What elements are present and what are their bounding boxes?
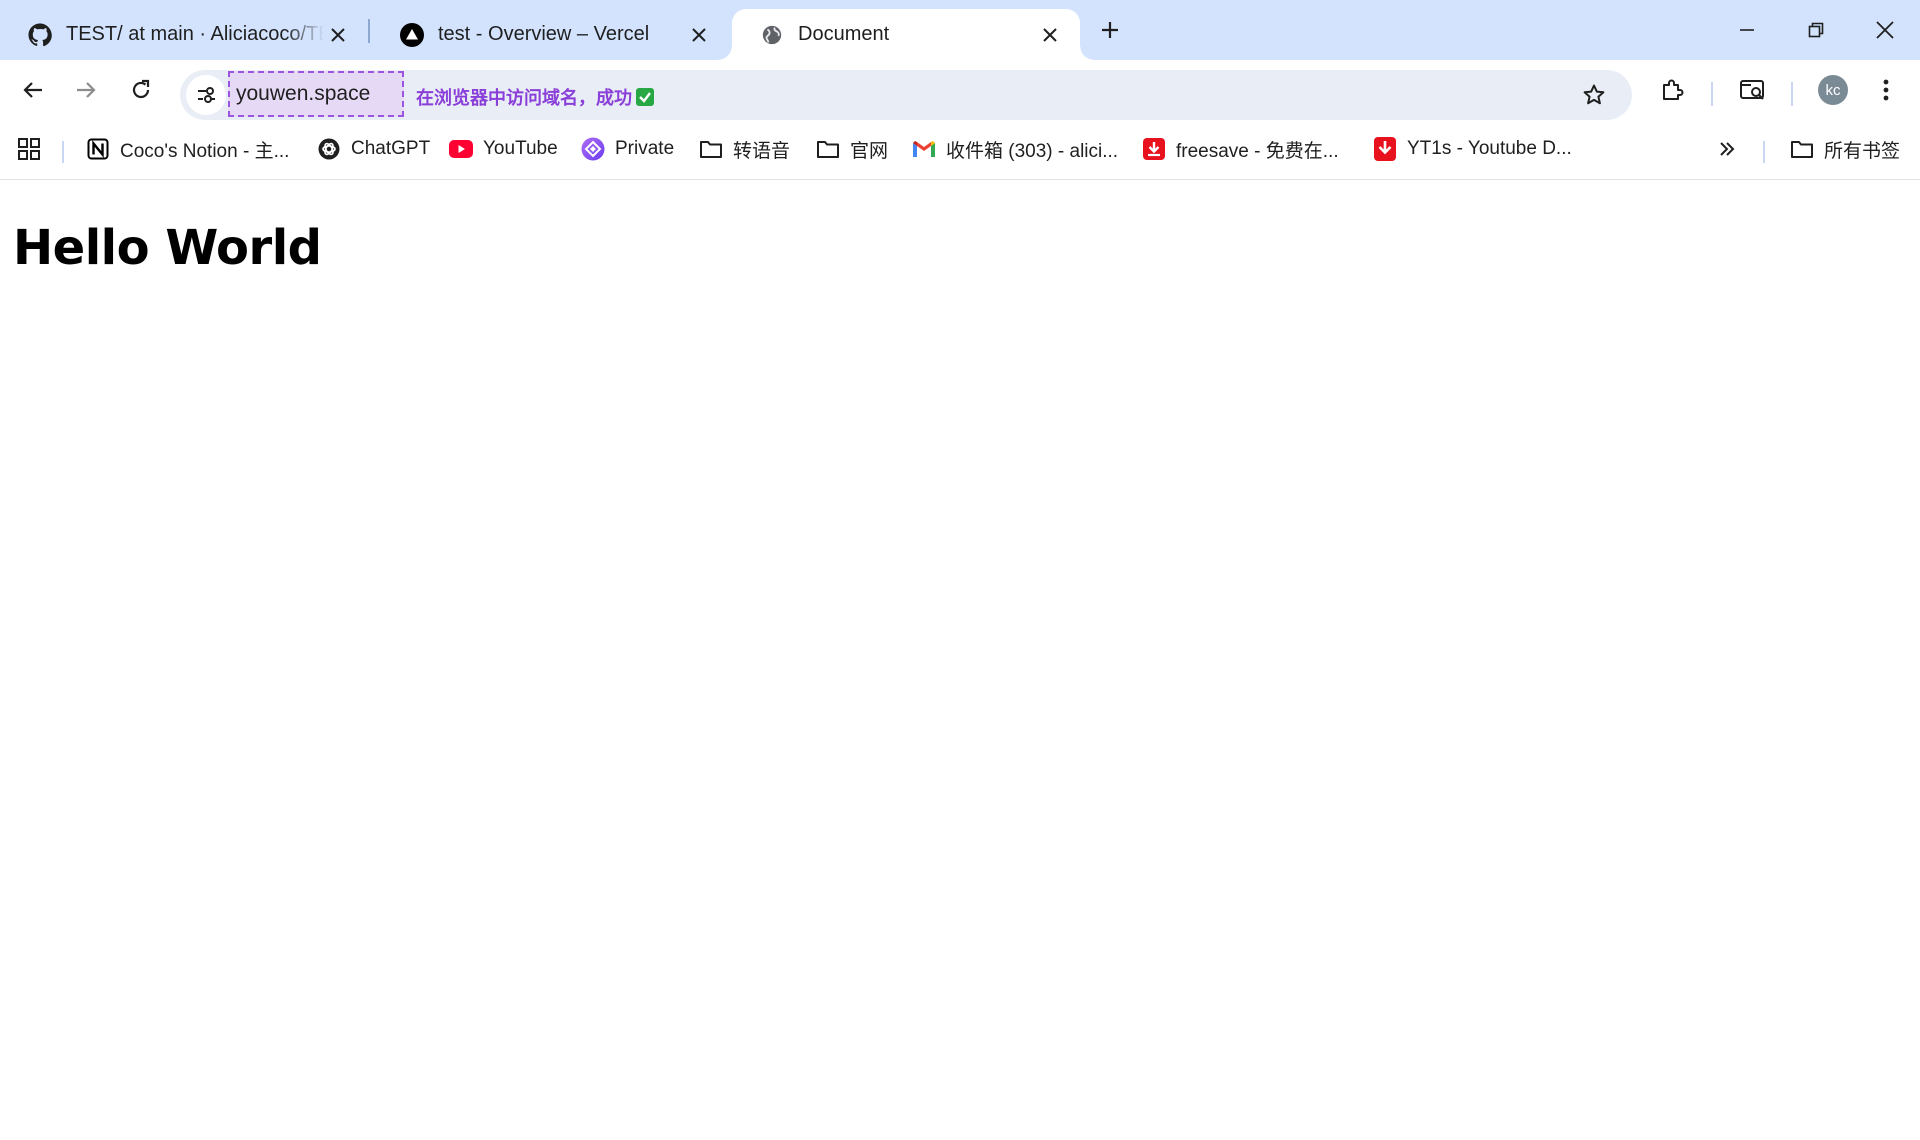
profile-button[interactable]: kc (1813, 70, 1853, 110)
all-bookmarks-button[interactable]: 所有书签 (1790, 134, 1900, 164)
more-bookmarks-chevron-icon[interactable] (1718, 134, 1736, 164)
toolbar: youwen.space 在浏览器中访问域名，成功 kc (0, 60, 1920, 120)
notion-icon (86, 137, 110, 161)
bookmark-label: 转语音 (733, 140, 791, 162)
site-info-icon[interactable] (186, 75, 226, 115)
freesave-icon (1142, 137, 1166, 161)
close-icon[interactable] (324, 21, 352, 49)
tab-search-icon[interactable] (1733, 70, 1773, 110)
tab-title: TEST/ at main · Aliciacoco/TEST (66, 23, 324, 45)
tab-title: Document (798, 23, 890, 45)
bookmarks-separator (62, 141, 64, 163)
minimize-button[interactable] (1718, 8, 1776, 52)
avatar: kc (1818, 75, 1848, 105)
youtube-icon (449, 137, 473, 161)
bookmark-label: YT1s - Youtube D... (1407, 138, 1572, 159)
annotation-text: 在浏览器中访问域名，成功 (416, 88, 632, 108)
bookmark-star-icon[interactable] (1574, 75, 1614, 115)
yt1s-icon (1373, 137, 1397, 161)
bookmark-label: YouTube (483, 138, 558, 159)
forward-button[interactable] (66, 70, 106, 110)
vercel-icon (400, 22, 424, 47)
tab-title: test - Overview – Vercel (438, 23, 650, 45)
bookmark-chatgpt[interactable]: ChatGPT (317, 134, 430, 164)
bookmark-label: 收件箱 (303) - alici... (946, 140, 1119, 162)
gmail-icon (912, 137, 936, 161)
tab-github[interactable]: TEST/ at main · Aliciacoco/TEST (0, 9, 368, 60)
tab-vercel[interactable]: test - Overview – Vercel (372, 9, 729, 60)
toolbar-separator (1791, 82, 1793, 106)
address-bar[interactable]: youwen.space 在浏览器中访问域名，成功 (180, 70, 1632, 120)
bookmark-label: Private (615, 138, 675, 159)
tab-document-active[interactable]: Document (718, 9, 1094, 60)
bookmark-label: freesave - 免费在... (1176, 140, 1339, 162)
folder-icon (699, 137, 723, 161)
bookmark-yt1s[interactable]: YT1s - Youtube D... (1373, 134, 1572, 164)
bookmark-label: ChatGPT (351, 138, 431, 159)
bookmark-youtube[interactable]: YouTube (449, 134, 558, 164)
bookmarks-bar: Coco's Notion - 主... ChatGPT YouTube Pri… (0, 120, 1920, 180)
globe-icon (760, 23, 784, 47)
all-bookmarks-label: 所有书签 (1824, 140, 1901, 162)
tab-separator (368, 19, 370, 43)
page-content: Hello World (0, 180, 1920, 1140)
tab-strip: TEST/ at main · Aliciacoco/TEST test - O… (0, 0, 1920, 60)
url-highlight[interactable]: youwen.space (228, 71, 404, 117)
chatgpt-icon (317, 137, 341, 161)
restore-button[interactable] (1787, 8, 1845, 52)
close-window-button[interactable] (1856, 8, 1914, 52)
close-icon[interactable] (1036, 21, 1064, 49)
github-icon (28, 23, 52, 47)
bookmark-private[interactable]: Private (581, 134, 674, 164)
new-tab-button[interactable] (1096, 14, 1124, 46)
menu-more-icon[interactable] (1866, 70, 1906, 110)
checkmark-icon (636, 88, 654, 106)
bookmark-folder-official[interactable]: 官网 (816, 134, 888, 164)
folder-icon (816, 137, 840, 161)
bookmark-gmail[interactable]: 收件箱 (303) - alici... (912, 134, 1118, 164)
back-button[interactable] (13, 70, 53, 110)
reload-button[interactable] (121, 70, 161, 110)
folder-icon (1790, 137, 1814, 161)
extensions-icon[interactable] (1652, 70, 1692, 110)
apps-grid-icon[interactable] (17, 134, 41, 164)
bookmark-notion[interactable]: Coco's Notion - 主... (86, 134, 289, 164)
page-heading: Hello World (13, 220, 322, 276)
private-icon (581, 137, 605, 161)
close-icon[interactable] (685, 21, 713, 49)
url-text: youwen.space (236, 82, 371, 105)
bookmark-label: Coco's Notion - 主... (120, 140, 290, 162)
url-annotation: 在浏览器中访问域名，成功 (416, 84, 654, 110)
bookmark-freesave[interactable]: freesave - 免费在... (1142, 134, 1339, 164)
bookmark-label: 官网 (850, 140, 889, 162)
bookmark-folder-tts[interactable]: 转语音 (699, 134, 790, 164)
bookmarks-separator (1763, 141, 1765, 163)
toolbar-separator (1711, 82, 1713, 106)
